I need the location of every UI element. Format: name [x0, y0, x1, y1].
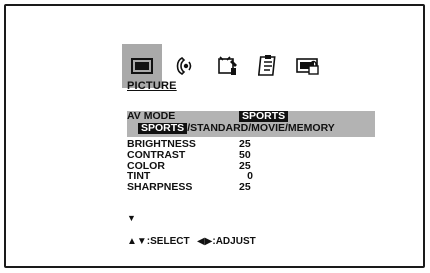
- more-items-down-arrow-icon: ▼: [127, 213, 136, 223]
- select-hint: ▲▼:SELECT: [127, 236, 190, 247]
- adjust-hint: ◀▶:ADJUST: [197, 236, 256, 247]
- setting-row-sharpness[interactable]: SHARPNESS 25: [127, 182, 377, 193]
- av-mode-row[interactable]: AV MODE SPORTS: [127, 111, 377, 122]
- setting-label: SHARPNESS: [127, 181, 193, 194]
- av-mode-options[interactable]: SPORTS/STANDARD/MOVIE/MEMORY: [138, 122, 335, 134]
- setup-wrench-icon[interactable]: [208, 44, 248, 88]
- av-mode-value: SPORTS: [239, 111, 289, 122]
- clipboard-list-icon[interactable]: [249, 44, 289, 88]
- av-option-selected[interactable]: SPORTS: [138, 123, 188, 134]
- picture-settings-list: BRIGHTNESS 25 CONTRAST 50 COLOR 25 TINT …: [127, 139, 377, 193]
- setting-label: CONTRAST: [127, 148, 186, 161]
- menu-title: PICTURE: [127, 80, 177, 92]
- av-mode-label: AV MODE: [127, 110, 176, 122]
- setting-row-contrast[interactable]: CONTRAST 50: [127, 148, 377, 161]
- lock-icon[interactable]: [288, 44, 328, 88]
- av-mode-value-badge: SPORTS: [239, 111, 289, 122]
- setting-value: 50: [239, 148, 251, 161]
- setting-value: 25: [239, 181, 251, 194]
- picture-menu-list: AV MODE SPORTS: [127, 111, 377, 122]
- av-option-others[interactable]: /STANDARD/MOVIE/MEMORY: [187, 122, 335, 134]
